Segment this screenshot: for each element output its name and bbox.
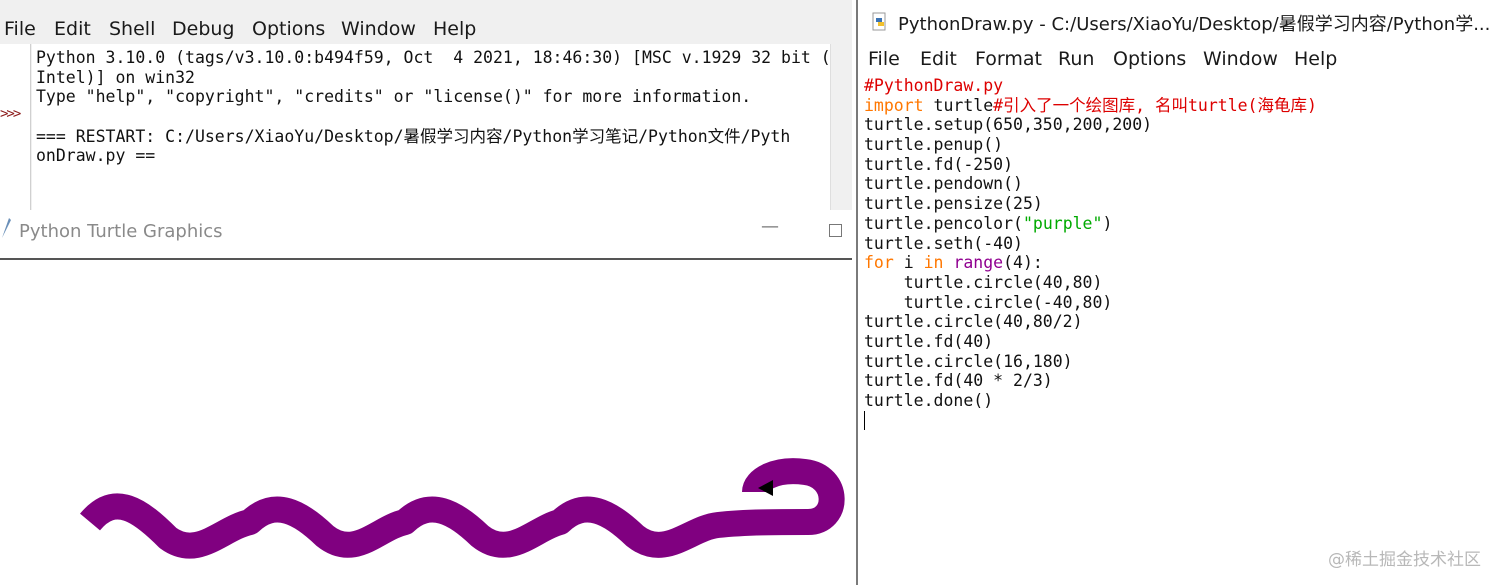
- code-editor[interactable]: #PythonDraw.py import turtle#引入了一个绘图库, 名…: [858, 76, 1512, 585]
- editor-menu-file[interactable]: File: [868, 48, 900, 70]
- shell-menu-file[interactable]: File: [4, 18, 36, 40]
- code-line: turtle.penup(): [864, 135, 1004, 155]
- code-text: ): [1102, 213, 1113, 233]
- shell-output-line: Type "help", "copyright", "credits" or "…: [36, 87, 752, 107]
- shell-output-line: Intel)] on win32: [36, 67, 195, 87]
- turtle-titlebar[interactable]: Python Turtle Graphics —: [0, 210, 852, 260]
- code-line: turtle.fd(-250): [864, 154, 1014, 174]
- code-text: (4):: [1003, 253, 1043, 273]
- code-line: turtle.circle(16,180): [864, 351, 1073, 371]
- turtle-graphics-window: Python Turtle Graphics —: [0, 210, 852, 585]
- shell-menu-debug[interactable]: Debug: [172, 18, 234, 40]
- shell-output[interactable]: Python 3.10.0 (tags/v3.10.0:b494f59, Oct…: [32, 44, 831, 215]
- shell-menubar: File Edit Shell Debug Options Window Hel…: [0, 0, 852, 44]
- code-line: [864, 410, 1512, 431]
- code-text: i: [893, 253, 924, 273]
- shell-output-line: [36, 107, 830, 127]
- code-line: for i in range(4):: [864, 253, 1512, 273]
- code-keyword: import: [864, 95, 924, 115]
- code-line: turtle.fd(40): [864, 331, 994, 351]
- shell-output-line: Python 3.10.0 (tags/v3.10.0:b494f59, Oct…: [36, 48, 831, 67]
- code-line: turtle.seth(-40): [864, 233, 1023, 253]
- text-caret: [864, 410, 865, 430]
- editor-menu-options[interactable]: Options: [1113, 48, 1186, 70]
- editor-titlebar[interactable]: PythonDraw.py - C:/Users/XiaoYu/Desktop/…: [858, 0, 1512, 44]
- python-shell-window: File Edit Shell Debug Options Window Hel…: [0, 0, 852, 215]
- code-line: #PythonDraw.py: [864, 76, 1512, 96]
- code-line: turtle.circle(40,80): [864, 272, 1103, 292]
- code-line: turtle.circle(-40,80): [864, 292, 1113, 312]
- shell-vertical-scrollbar[interactable]: [830, 44, 852, 215]
- code-line: import turtle#引入了一个绘图库, 名叫turtle(海龟库): [864, 96, 1512, 116]
- turtle-drawing: [80, 458, 845, 559]
- shell-menu-help[interactable]: Help: [433, 18, 476, 40]
- shell-prompt: >>>: [0, 106, 21, 122]
- shell-menu-edit[interactable]: Edit: [54, 18, 91, 40]
- code-text: turtle.pencolor(: [864, 213, 1023, 233]
- code-comment: #PythonDraw.py: [864, 76, 1004, 95]
- editor-window-title: PythonDraw.py - C:/Users/XiaoYu/Desktop/…: [898, 14, 1491, 35]
- python-snake-stroke: [80, 458, 845, 559]
- code-builtin: range: [953, 253, 1004, 273]
- code-string: "purple": [1022, 213, 1103, 233]
- code-keyword: in: [923, 253, 944, 273]
- code-line: turtle.circle(40,80/2): [864, 312, 1083, 332]
- shell-output-line: === RESTART: C:/Users/XiaoYu/Desktop/暑假学…: [36, 126, 791, 146]
- watermark: @稀土掘金技术社区: [1328, 550, 1481, 570]
- shell-menu-window[interactable]: Window: [341, 18, 416, 40]
- editor-menu-window[interactable]: Window: [1203, 48, 1278, 70]
- editor-menu-help[interactable]: Help: [1294, 48, 1337, 70]
- code-line: turtle.pencolor("purple"): [864, 214, 1512, 234]
- code-text: turtle: [923, 95, 994, 115]
- code-line: turtle.fd(40 * 2/3): [864, 371, 1053, 391]
- editor-menu-edit[interactable]: Edit: [920, 48, 957, 70]
- code-line: turtle.done(): [864, 391, 994, 410]
- code-comment: #引入了一个绘图库, 名叫turtle(海龟库): [993, 95, 1317, 115]
- code-keyword: for: [864, 253, 894, 273]
- editor-window: PythonDraw.py - C:/Users/XiaoYu/Desktop/…: [856, 0, 1512, 585]
- shell-menu-shell[interactable]: Shell: [109, 18, 155, 40]
- shell-prompt-gutter: [0, 44, 31, 215]
- turtle-window-title: Python Turtle Graphics: [19, 221, 223, 242]
- code-line: turtle.setup(650,350,200,200): [864, 115, 1153, 135]
- turtle-canvas: [0, 260, 852, 585]
- shell-menu-options[interactable]: Options: [252, 18, 325, 40]
- feather-icon: [2, 218, 11, 238]
- minimize-button[interactable]: —: [760, 216, 780, 246]
- python-file-icon: [872, 12, 886, 31]
- code-line: turtle.pendown(): [864, 174, 1023, 194]
- maximize-button[interactable]: [829, 224, 842, 237]
- editor-menubar: File Edit Format Run Options Window Help: [858, 44, 1512, 74]
- editor-menu-format[interactable]: Format: [975, 48, 1042, 70]
- editor-menu-run[interactable]: Run: [1058, 48, 1094, 70]
- shell-output-line: onDraw.py ==: [36, 146, 156, 166]
- code-line: turtle.pensize(25): [864, 194, 1043, 214]
